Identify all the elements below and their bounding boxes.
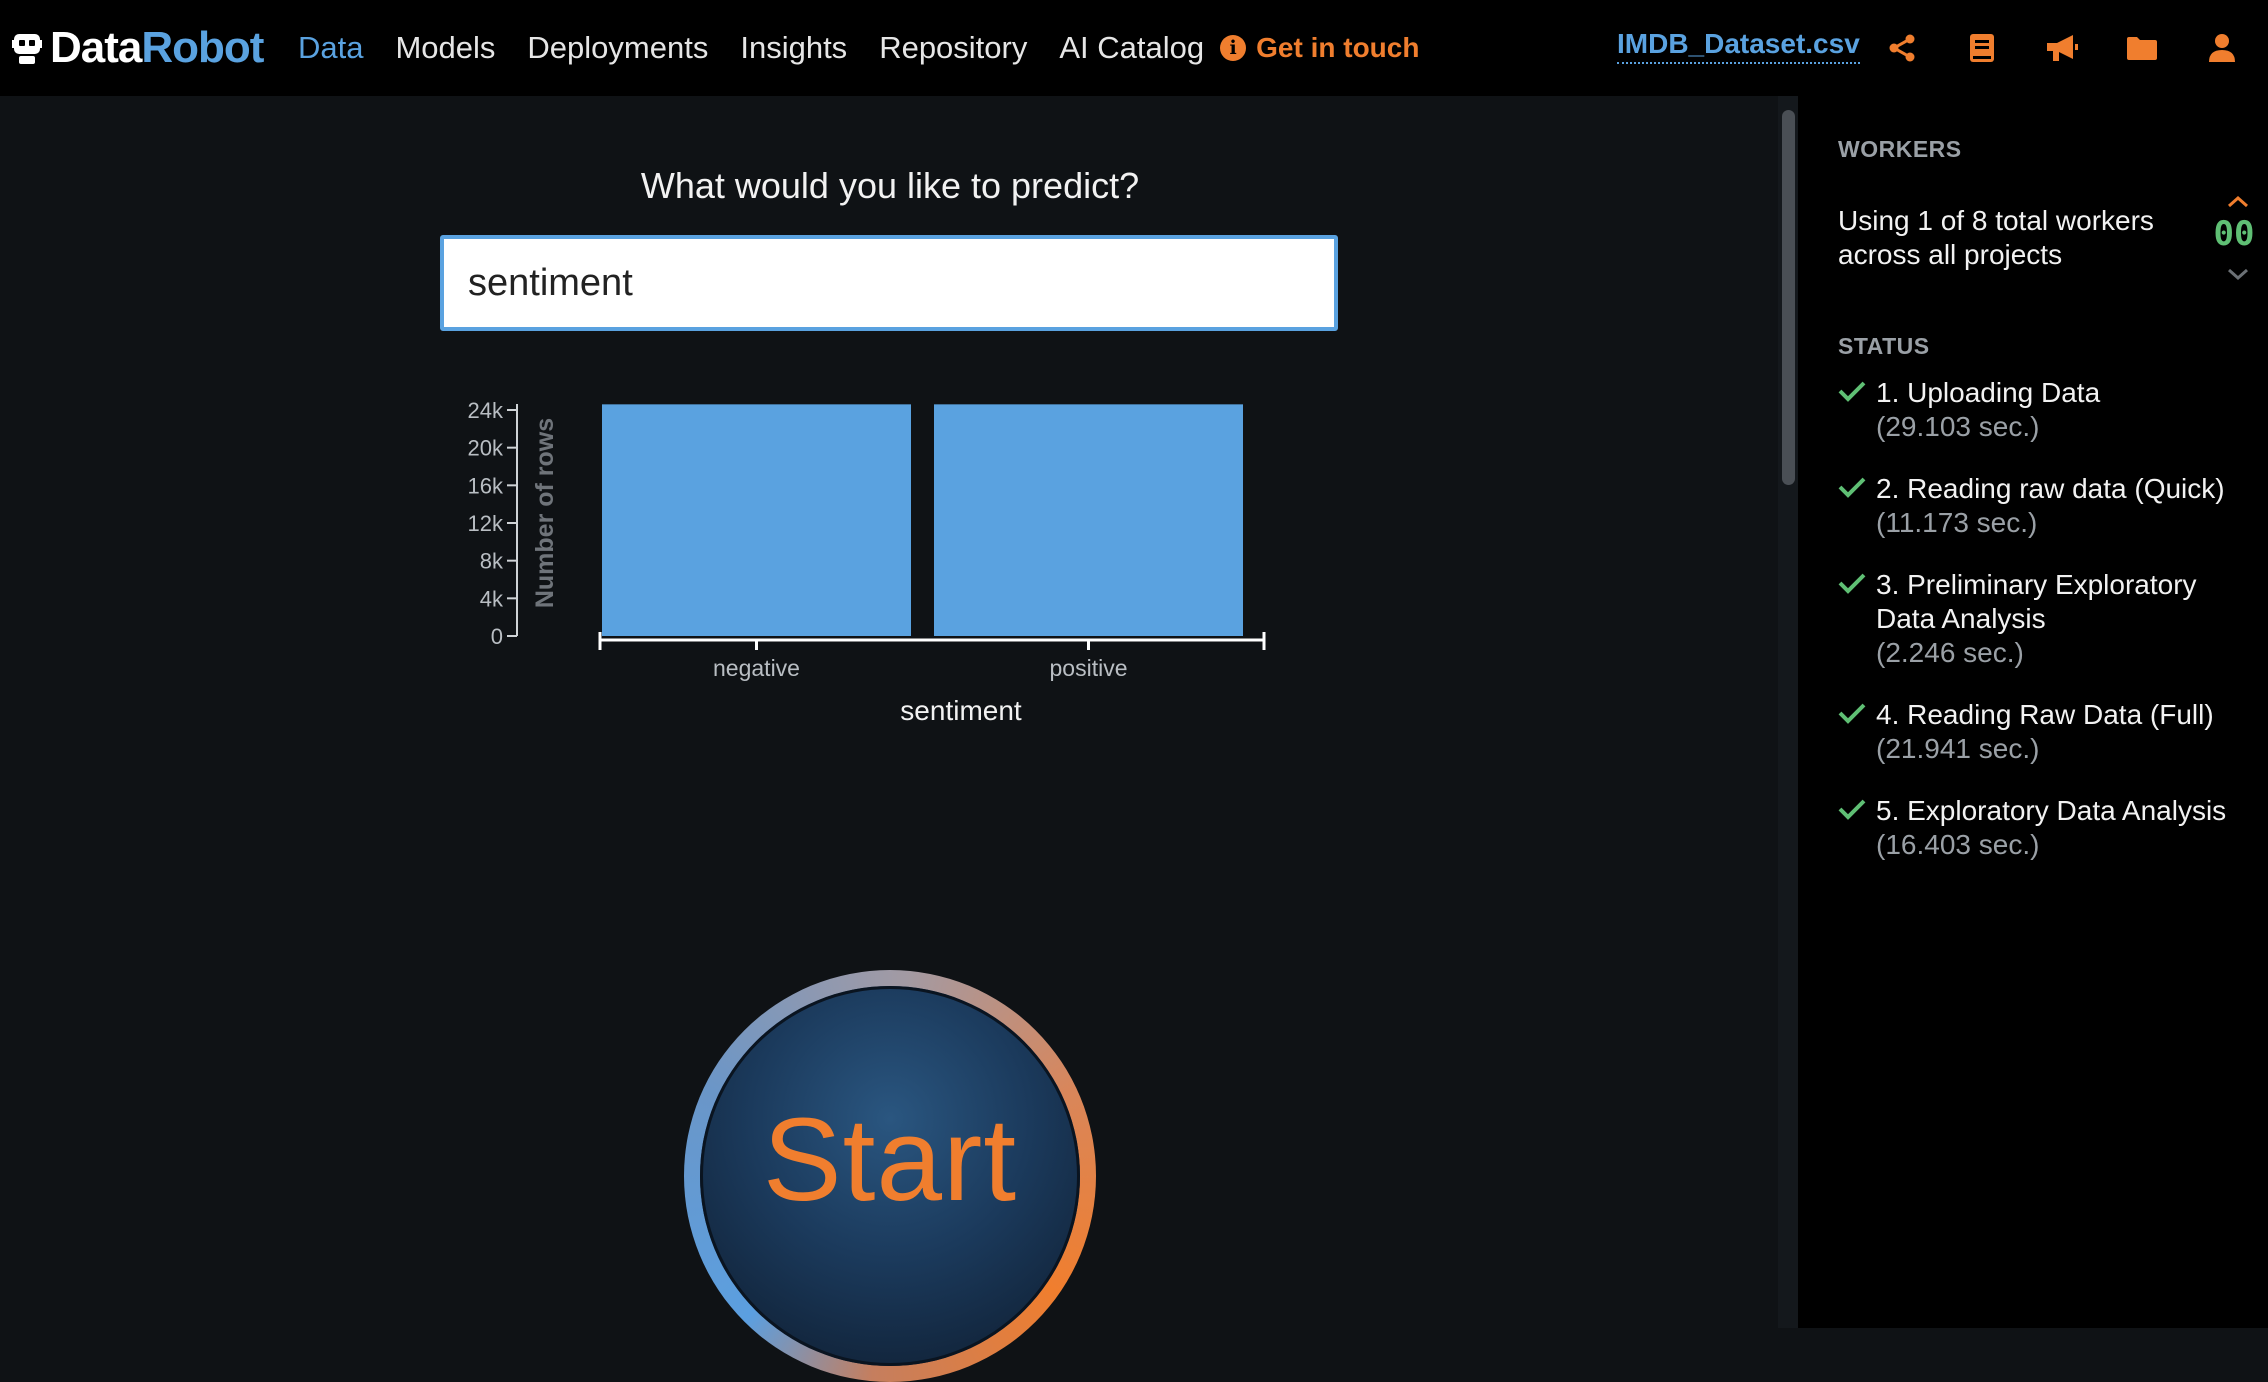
folder-icon[interactable] bbox=[2122, 28, 2162, 68]
book-icon[interactable] bbox=[1962, 28, 2002, 68]
bar-positive bbox=[934, 404, 1243, 636]
nav-insights[interactable]: Insights bbox=[740, 30, 847, 66]
status-item-time: (11.173 sec.) bbox=[1876, 507, 2038, 538]
status-item-label: 1. Uploading Data bbox=[1876, 377, 2101, 408]
side-panel: WORKERS Using 1 of 8 total workers acros… bbox=[1798, 96, 2268, 1328]
top-navigation-bar: DataRobot Data Models Deployments Insigh… bbox=[0, 0, 2268, 96]
status-item-label: 3. Preliminary Exploratory Data Analysis bbox=[1876, 569, 2197, 634]
nav-deployments[interactable]: Deployments bbox=[527, 30, 708, 66]
megaphone-icon[interactable] bbox=[2042, 28, 2082, 68]
workers-heading: WORKERS bbox=[1838, 136, 1962, 162]
target-distribution-chart: 0 4k 8k 12k 16k 20k 24k Number of rows negative p… bbox=[468, 398, 1266, 726]
status-item-time: (21.941 sec.) bbox=[1876, 733, 2040, 764]
y-tick-label: 16k bbox=[468, 473, 504, 498]
status-item-label: 2. Reading raw data (Quick) bbox=[1876, 473, 2225, 504]
status-item-time: (16.403 sec.) bbox=[1876, 829, 2040, 860]
check-icon bbox=[1838, 703, 1866, 724]
workers-count: 00 bbox=[2213, 214, 2255, 254]
start-button-label: Start bbox=[762, 1094, 1018, 1226]
nav-repository[interactable]: Repository bbox=[879, 30, 1027, 66]
nav-models[interactable]: Models bbox=[395, 30, 495, 66]
chevron-up-icon[interactable] bbox=[2218, 188, 2258, 212]
status-item-time: (29.103 sec.) bbox=[1876, 411, 2040, 442]
check-icon bbox=[1838, 381, 1866, 402]
status-heading: STATUS bbox=[1838, 333, 1930, 359]
y-tick-label: 8k bbox=[480, 549, 504, 574]
share-icon[interactable] bbox=[1882, 28, 1922, 68]
x-tick-label: negative bbox=[713, 655, 800, 681]
brand-name-part2: Robot bbox=[141, 23, 264, 72]
x-axis-label: sentiment bbox=[900, 695, 1022, 726]
main-nav: Data Models Deployments Insights Reposit… bbox=[298, 0, 1419, 96]
y-tick-label: 24k bbox=[468, 398, 504, 423]
brand-name: DataRobot bbox=[50, 23, 264, 73]
status-item: 4. Reading Raw Data (Full) (21.941 sec.) bbox=[1838, 698, 2258, 766]
check-icon bbox=[1838, 573, 1866, 594]
y-tick-label: 0 bbox=[491, 624, 503, 649]
nav-data[interactable]: Data bbox=[298, 30, 363, 66]
y-tick-label: 4k bbox=[480, 586, 504, 611]
nav-ai-catalog[interactable]: AI Catalog bbox=[1059, 30, 1204, 66]
chevron-down-icon[interactable] bbox=[2218, 262, 2258, 286]
datarobot-logo[interactable]: DataRobot bbox=[12, 18, 264, 78]
check-icon bbox=[1838, 799, 1866, 820]
check-icon bbox=[1838, 477, 1866, 498]
y-axis-label: Number of rows bbox=[531, 418, 559, 608]
status-item-label: 5. Exploratory Data Analysis bbox=[1876, 795, 2227, 826]
robot-icon bbox=[12, 34, 42, 64]
target-feature-input[interactable] bbox=[440, 235, 1338, 331]
bar-negative bbox=[602, 404, 911, 636]
status-list: 1. Uploading Data (29.103 sec.) 2. Readi… bbox=[1838, 376, 2258, 890]
get-in-touch-label: Get in touch bbox=[1256, 32, 1420, 63]
dataset-name-link[interactable]: IMDB_Dataset.csv bbox=[1617, 28, 1860, 64]
status-item: 3. Preliminary Exploratory Data Analysis… bbox=[1838, 568, 2258, 670]
brand-name-part1: Data bbox=[50, 23, 142, 72]
status-item: 1. Uploading Data (29.103 sec.) bbox=[1838, 376, 2258, 444]
status-item: 2. Reading raw data (Quick) (11.173 sec.… bbox=[1838, 472, 2258, 540]
user-icon[interactable] bbox=[2202, 28, 2242, 68]
predict-question: What would you like to predict? bbox=[640, 165, 1140, 206]
x-tick-label: positive bbox=[1050, 655, 1128, 681]
start-button[interactable]: Start bbox=[684, 970, 1096, 1382]
info-icon: i bbox=[1220, 35, 1247, 61]
status-item-time: (2.246 sec.) bbox=[1876, 637, 2024, 668]
y-tick-label: 12k bbox=[468, 511, 504, 536]
status-item: 5. Exploratory Data Analysis (16.403 sec… bbox=[1838, 794, 2258, 862]
y-tick-label: 20k bbox=[468, 436, 504, 461]
main-scrollbar-thumb[interactable] bbox=[1782, 110, 1795, 485]
get-in-touch-link[interactable]: i Get in touch bbox=[1220, 32, 1419, 64]
workers-usage-text: Using 1 of 8 total workers across all pr… bbox=[1838, 205, 2154, 270]
status-item-label: 4. Reading Raw Data (Full) bbox=[1876, 699, 2214, 730]
